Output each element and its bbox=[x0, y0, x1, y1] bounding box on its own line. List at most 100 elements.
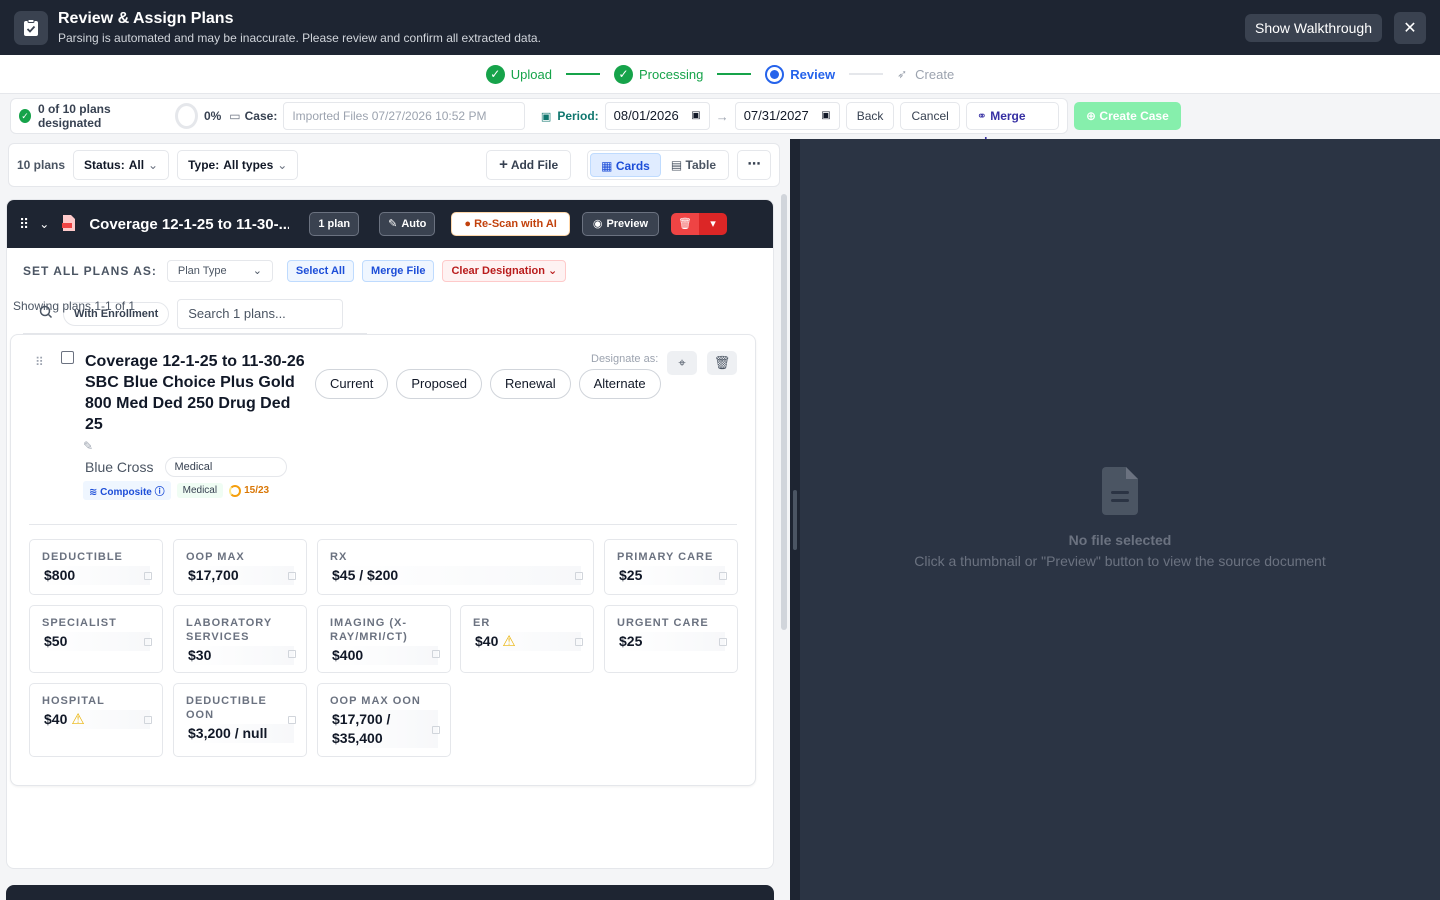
period-end-input[interactable]: 07/31/2027 ▣ bbox=[734, 102, 840, 130]
step-label: Processing bbox=[638, 66, 704, 82]
benefit-tile-rx[interactable]: RX $45 / $200 bbox=[317, 539, 594, 595]
benefit-label: PRIMARY CARE bbox=[617, 551, 714, 563]
benefit-label: OOP MAX bbox=[186, 551, 245, 563]
warning-icon: ⚠ bbox=[502, 633, 516, 650]
benefit-value: $800 bbox=[42, 566, 150, 585]
benefit-value-row: $40 ⚠ bbox=[42, 710, 150, 729]
benefit-tile-laboratory[interactable]: LABORATORY SERVICES $30 bbox=[173, 605, 307, 673]
merge-file-button[interactable]: Merge File bbox=[362, 260, 435, 282]
benefit-tile-specialist[interactable]: SPECIALIST $50 bbox=[29, 605, 163, 673]
show-walkthrough-button[interactable]: Show Walkthrough bbox=[1245, 13, 1382, 42]
grid-icon: ▦ bbox=[601, 159, 613, 173]
benefit-tile-oop-max[interactable]: OOP MAX $17,700 bbox=[173, 539, 307, 595]
table-icon: ▤ bbox=[670, 158, 683, 172]
benefit-label: HOSPITAL bbox=[42, 695, 105, 707]
type-filter-value: All types bbox=[223, 158, 274, 172]
scrollbar[interactable] bbox=[781, 194, 787, 630]
designate-proposed-button[interactable]: Proposed bbox=[396, 369, 483, 399]
check-icon: ✓ bbox=[485, 64, 505, 84]
set-all-row: SET ALL PLANS AS: Plan Type ⌄ Select All… bbox=[7, 248, 773, 282]
plan-title[interactable]: Coverage 12-1-25 to 11-30-26 SBC Blue Ch… bbox=[85, 351, 305, 435]
active-step-icon bbox=[765, 64, 785, 84]
select-all-button[interactable]: Select All bbox=[286, 260, 355, 282]
add-file-button[interactable]: + Add File bbox=[486, 150, 572, 180]
step-connector bbox=[849, 73, 884, 75]
auto-button[interactable]: ✎ Auto bbox=[379, 212, 436, 236]
link-icon: ⚭ bbox=[976, 109, 987, 123]
cards-view-label: Cards bbox=[615, 159, 650, 173]
plan-card: ⠿ Coverage 12-1-25 to 11-30-26 SBC Blue … bbox=[10, 334, 756, 786]
delete-menu: 🗑 ▾ bbox=[671, 213, 728, 235]
plan-search-input[interactable]: Search 1 plans... bbox=[177, 298, 344, 329]
layers-icon: ≋ bbox=[89, 487, 98, 498]
benefit-label: ER bbox=[473, 617, 491, 629]
benefit-tile-deductible-oon[interactable]: DEDUCTIBLE OON $3,200 / null bbox=[173, 683, 307, 757]
crosshair-icon[interactable]: ⌖ bbox=[667, 351, 697, 375]
benefit-tile-hospital[interactable]: HOSPITAL $40 ⚠ bbox=[29, 683, 163, 757]
case-name-input[interactable]: Imported Files 07/27/2026 10:52 PM bbox=[283, 102, 525, 130]
trash-icon-button[interactable]: 🗑 bbox=[671, 213, 700, 235]
clear-designation-button[interactable]: Clear Designation ⌄ bbox=[442, 260, 567, 282]
step-connector bbox=[717, 73, 752, 75]
edit-pencil-icon[interactable]: ✎ bbox=[83, 439, 93, 453]
trash-icon[interactable]: 🗑 bbox=[707, 351, 737, 375]
chevron-down-icon: ⌄ bbox=[148, 158, 159, 172]
create-case-label: Create Case bbox=[1099, 109, 1169, 123]
benefit-value: $30 bbox=[186, 646, 294, 665]
lightbulb-icon: ● bbox=[464, 218, 472, 230]
progress-percent: 0% bbox=[203, 109, 222, 123]
plan-select-checkbox[interactable] bbox=[61, 351, 74, 364]
page-subtitle: Parsing is automated and may be inaccura… bbox=[58, 31, 541, 45]
copy-icon bbox=[575, 638, 583, 646]
back-button[interactable]: Back bbox=[845, 102, 895, 130]
preview-button[interactable]: ◉ Preview bbox=[581, 212, 660, 236]
preview-label: Preview bbox=[606, 218, 649, 230]
drag-handle-icon[interactable]: ⠿ bbox=[35, 355, 44, 369]
benefit-tile-imaging[interactable]: IMAGING (X-RAY/MRI/CT) $400 bbox=[317, 605, 451, 673]
drag-handle-icon[interactable]: ⠿ bbox=[19, 216, 29, 233]
copy-icon bbox=[288, 572, 296, 580]
step-processing: ✓ Processing bbox=[613, 64, 704, 84]
more-options-button[interactable]: ⋯ bbox=[737, 150, 771, 180]
close-button[interactable]: ✕ bbox=[1394, 11, 1426, 44]
designate-renewal-button[interactable]: Renewal bbox=[490, 369, 571, 399]
period-start-input[interactable]: 08/01/2026 ▣ bbox=[604, 102, 710, 130]
plan-type-select[interactable]: Plan Type ⌄ bbox=[166, 260, 273, 282]
status-filter[interactable]: Status: All ⌄ bbox=[73, 150, 170, 180]
cards-view-button[interactable]: ▦ Cards bbox=[590, 153, 661, 177]
chevron-down-icon[interactable]: ▾ bbox=[699, 213, 728, 235]
benefit-tile-urgent-care[interactable]: URGENT CARE $25 bbox=[604, 605, 738, 673]
plan-count-badge: 1 plan bbox=[309, 212, 360, 236]
collapse-chevron-icon[interactable]: ⌄ bbox=[39, 217, 49, 231]
merge-plans-button[interactable]: ⚭ Merge plans bbox=[965, 102, 1059, 149]
progress-stepper: ✓ Upload ✓ Processing Review ➶ Create bbox=[0, 55, 1440, 94]
add-file-label: Add File bbox=[510, 158, 559, 172]
check-circle-icon: ✓ bbox=[19, 109, 31, 123]
benefit-label: DEDUCTIBLE bbox=[42, 551, 123, 563]
arrow-right-icon: → bbox=[715, 108, 729, 124]
fields-progress: 15/23 bbox=[229, 484, 269, 497]
cancel-button[interactable]: Cancel bbox=[900, 102, 960, 130]
create-case-button[interactable]: ⊕ Create Case bbox=[1074, 102, 1181, 130]
line-of-coverage-select[interactable]: Medical bbox=[165, 457, 288, 477]
benefit-label: URGENT CARE bbox=[617, 617, 709, 629]
plus-circle-icon: ⊕ bbox=[1086, 109, 1097, 123]
copy-icon bbox=[432, 726, 440, 734]
designate-current-button[interactable]: Current bbox=[315, 369, 389, 399]
type-filter[interactable]: Type: All types ⌄ bbox=[177, 150, 299, 180]
case-settings-panel: ✓ 0 of 10 plans designated 0% ▭ Case: Im… bbox=[10, 98, 1068, 149]
benefit-tile-primary-care[interactable]: PRIMARY CARE $25 bbox=[604, 539, 738, 595]
table-view-button[interactable]: ▤ Table bbox=[661, 153, 726, 177]
period-start-value: 08/01/2026 bbox=[613, 108, 679, 123]
benefit-value: $25 bbox=[617, 566, 725, 585]
benefit-tile-deductible[interactable]: DEDUCTIBLE $800 bbox=[29, 539, 163, 595]
designated-count: 0 of 10 plans designated bbox=[37, 102, 111, 130]
benefit-tile-er[interactable]: ER $40 ⚠ bbox=[460, 605, 594, 673]
progress-ring-icon bbox=[229, 484, 242, 497]
designate-alternate-button[interactable]: Alternate bbox=[578, 369, 661, 399]
rescan-ai-button[interactable]: ● Re-Scan with AI bbox=[451, 212, 570, 236]
benefit-tile-oop-max-oon[interactable]: OOP MAX OON $17,700 / $35,400 bbox=[317, 683, 451, 757]
resize-handle[interactable] bbox=[793, 490, 797, 550]
chevron-down-icon: ⌄ bbox=[252, 265, 262, 277]
step-upload: ✓ Upload bbox=[485, 64, 552, 84]
